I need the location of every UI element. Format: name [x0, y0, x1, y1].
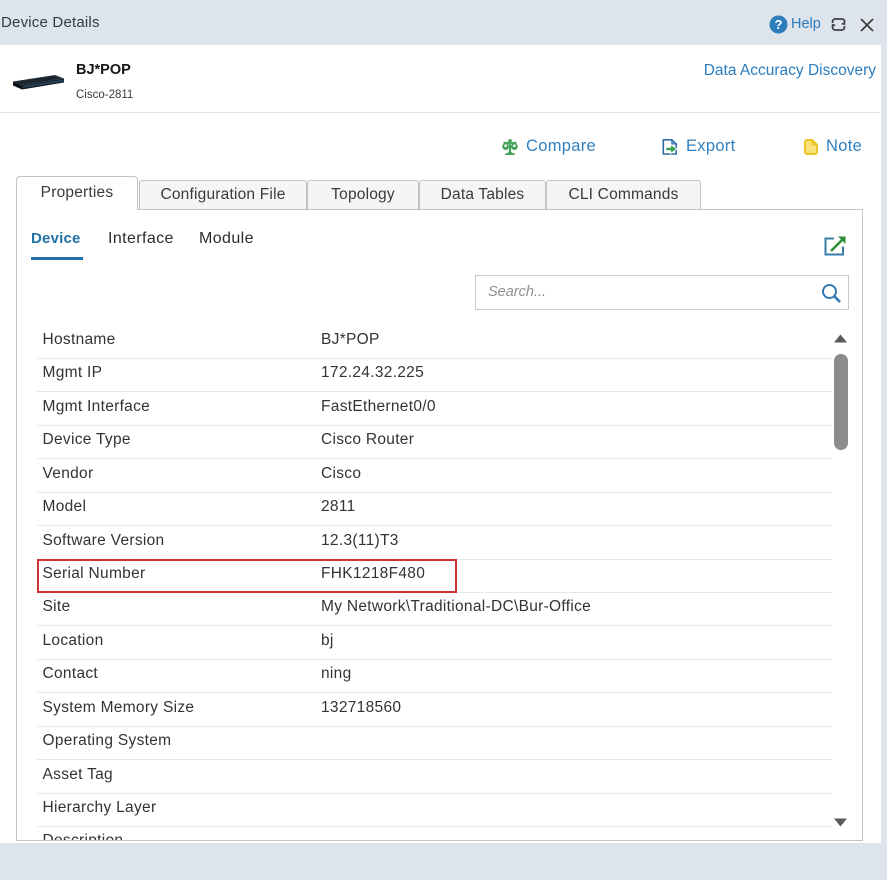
svg-text:?: ? — [775, 17, 783, 32]
